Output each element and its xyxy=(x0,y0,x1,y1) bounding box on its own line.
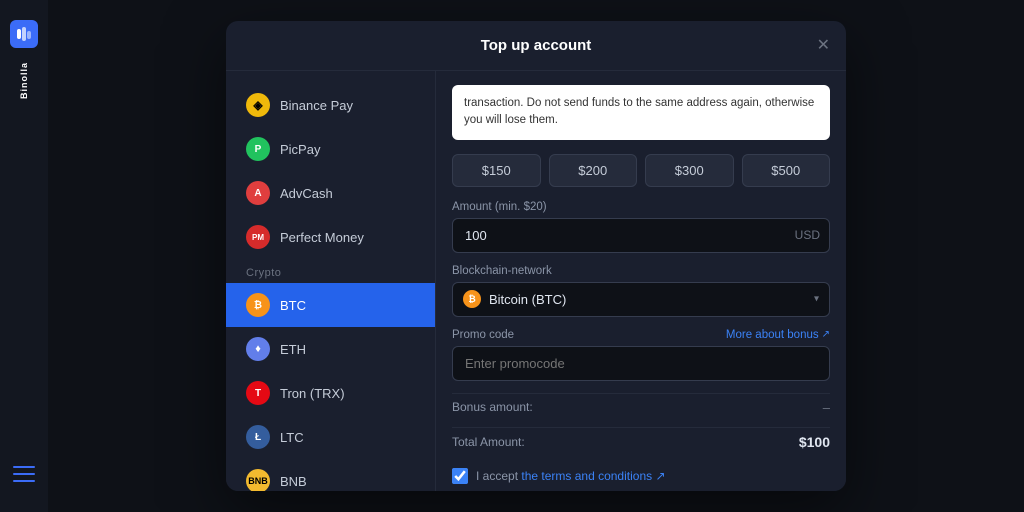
ltc-icon: Ł xyxy=(246,425,270,449)
total-label: Total Amount: xyxy=(452,435,525,449)
blockchain-select-wrapper[interactable]: ₿ Bitcoin (BTC) ▾ xyxy=(452,282,830,317)
sidebar-item-perfect-money[interactable]: PM Perfect Money xyxy=(226,215,435,259)
advcash-icon: A xyxy=(246,181,270,205)
amount-label: Amount (min. $20) xyxy=(452,201,830,213)
perfect-money-label: Perfect Money xyxy=(280,230,364,245)
more-bonus-label: More about bonus xyxy=(726,329,819,341)
menu-icon[interactable] xyxy=(13,466,35,482)
sidebar-item-binance-pay[interactable]: ◈ Binance Pay xyxy=(226,83,435,127)
terms-row: I accept the terms and conditions ↗ xyxy=(452,468,830,484)
logo-text: Binolla xyxy=(19,62,29,99)
sidebar-item-advcash[interactable]: A AdvCash xyxy=(226,171,435,215)
bonus-value: – xyxy=(823,400,830,415)
bonus-label: Bonus amount: xyxy=(452,400,533,414)
quick-amount-150[interactable]: $150 xyxy=(452,154,541,187)
sidebar-item-bnb[interactable]: BNB BNB xyxy=(226,459,435,491)
sidebar-item-eth[interactable]: ♦ ETH xyxy=(226,327,435,371)
modal-body: ◈ Binance Pay P PicPay A AdvCash xyxy=(226,71,846,491)
bnb-icon: BNB xyxy=(246,469,270,491)
quick-amounts: $150 $200 $300 $500 xyxy=(452,154,830,187)
tron-label: Tron (TRX) xyxy=(280,386,345,401)
modal-title: Top up account xyxy=(481,37,592,54)
promo-wrapper xyxy=(452,346,830,381)
binance-pay-icon: ◈ xyxy=(246,93,270,117)
sidebar: Binolla xyxy=(0,0,48,512)
blockchain-select[interactable]: ₿ Bitcoin (BTC) ▾ xyxy=(452,282,830,317)
binance-pay-label: Binance Pay xyxy=(280,98,353,113)
total-row: Total Amount: $100 xyxy=(452,427,830,456)
main-area: Top up account ✕ ◈ Binance Pay P xyxy=(48,0,1024,512)
perfect-money-icon: PM xyxy=(246,225,270,249)
right-panel: transaction. Do not send funds to the sa… xyxy=(436,71,846,491)
terms-link[interactable]: the terms and conditions ↗ xyxy=(521,469,665,483)
logo-icon xyxy=(10,20,38,48)
amount-input[interactable] xyxy=(452,218,830,253)
picpay-icon: P xyxy=(246,137,270,161)
modal-header: Top up account ✕ xyxy=(226,21,846,71)
bonus-row: Bonus amount: – xyxy=(452,393,830,421)
total-value: $100 xyxy=(799,434,830,450)
terms-accept-text: I accept xyxy=(476,469,518,483)
tron-icon: T xyxy=(246,381,270,405)
quick-amount-500[interactable]: $500 xyxy=(742,154,831,187)
advcash-label: AdvCash xyxy=(280,186,333,201)
sidebar-item-ltc[interactable]: Ł LTC xyxy=(226,415,435,459)
sidebar-item-tron[interactable]: T Tron (TRX) xyxy=(226,371,435,415)
amount-wrapper: USD xyxy=(452,218,830,253)
quick-amount-200[interactable]: $200 xyxy=(549,154,638,187)
btc-icon: ₿ xyxy=(246,293,270,317)
picpay-label: PicPay xyxy=(280,142,320,157)
promo-input[interactable] xyxy=(452,346,830,381)
logo: Binolla xyxy=(10,20,38,99)
promo-label: Promo code xyxy=(452,329,514,341)
modal: Top up account ✕ ◈ Binance Pay P xyxy=(226,21,846,491)
blockchain-label: Blockchain-network xyxy=(452,265,830,277)
eth-label: ETH xyxy=(280,342,306,357)
more-bonus-link[interactable]: More about bonus ↗ xyxy=(726,329,830,341)
btc-select-icon: ₿ xyxy=(463,290,481,308)
quick-amount-300[interactable]: $300 xyxy=(645,154,734,187)
bnb-label: BNB xyxy=(280,474,307,489)
notice-box: transaction. Do not send funds to the sa… xyxy=(452,85,830,140)
modal-close-button[interactable]: ✕ xyxy=(817,38,830,54)
promo-header-row: Promo code More about bonus ↗ xyxy=(452,329,830,341)
btc-label: BTC xyxy=(280,298,306,313)
crypto-section-label: Crypto xyxy=(226,259,435,283)
left-panel: ◈ Binance Pay P PicPay A AdvCash xyxy=(226,71,436,491)
sidebar-item-btc[interactable]: ₿ BTC xyxy=(226,283,435,327)
notice-text: transaction. Do not send funds to the sa… xyxy=(464,95,818,130)
blockchain-selected: Bitcoin (BTC) xyxy=(489,292,566,307)
external-link-icon: ↗ xyxy=(822,329,830,340)
sidebar-item-picpay[interactable]: P PicPay xyxy=(226,127,435,171)
ltc-label: LTC xyxy=(280,430,304,445)
eth-icon: ♦ xyxy=(246,337,270,361)
amount-currency: USD xyxy=(795,228,820,242)
terms-checkbox[interactable] xyxy=(452,468,468,484)
blockchain-chevron-icon: ▾ xyxy=(814,294,819,305)
terms-text: I accept the terms and conditions ↗ xyxy=(476,469,666,483)
